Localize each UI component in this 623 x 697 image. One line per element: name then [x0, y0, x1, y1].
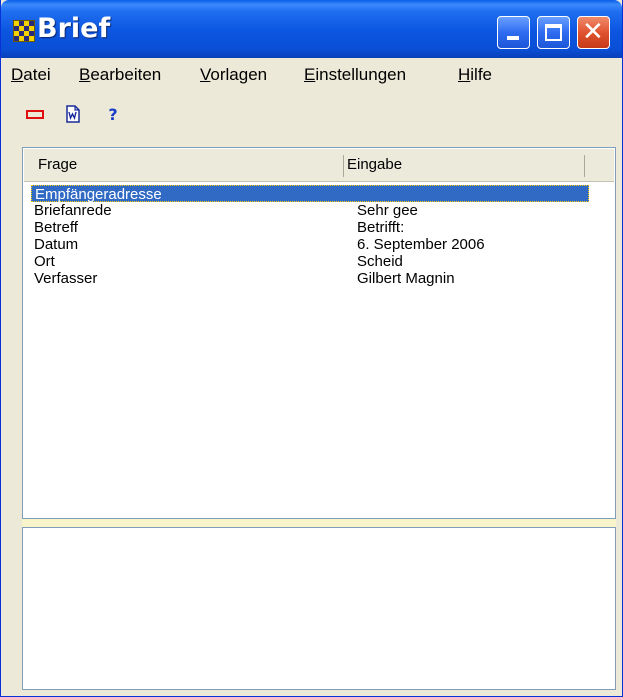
cell-frage: Empfängeradresse	[35, 186, 162, 203]
menu-einstellungen[interactable]: Einstellungen	[304, 65, 406, 85]
menu-hilfe[interactable]: Hilfe	[458, 65, 492, 85]
cell-eingabe: Sehr gee	[357, 202, 418, 219]
word-document-icon	[66, 105, 80, 123]
minimize-button[interactable]	[497, 16, 530, 49]
cell-eingabe: 6. September 2006	[357, 236, 485, 253]
menu-datei[interactable]: Datei	[11, 65, 51, 85]
maximize-button[interactable]	[537, 16, 570, 49]
cell-frage: Betreff	[34, 219, 78, 236]
list-row[interactable]: Ort Scheid	[31, 253, 589, 270]
column-divider[interactable]	[343, 155, 344, 177]
red-rectangle-icon	[26, 109, 44, 119]
window-title: Brief	[37, 13, 111, 44]
list-rows: Empfängeradresse Briefanrede Sehr gee Be…	[31, 185, 589, 287]
column-header-frage[interactable]: Frage	[38, 149, 77, 181]
maximize-icon	[545, 24, 562, 41]
app-icon	[13, 20, 35, 42]
list-row[interactable]: Briefanrede Sehr gee	[31, 202, 589, 219]
pane-splitter[interactable]	[22, 519, 616, 527]
cell-eingabe: Betrifft:	[357, 219, 405, 236]
list-header: Frage Eingabe	[24, 149, 614, 182]
title-bar[interactable]: Brief ✕	[1, 0, 622, 58]
question-list[interactable]: Frage Eingabe Empfängeradresse Briefanre…	[22, 147, 616, 519]
cell-frage: Ort	[34, 253, 55, 270]
list-row[interactable]: Datum 6. September 2006	[31, 236, 589, 253]
cell-frage: Briefanrede	[34, 202, 112, 219]
close-icon: ✕	[582, 17, 604, 47]
toolbar: ?	[1, 100, 622, 130]
cell-frage: Verfasser	[34, 270, 98, 287]
close-button[interactable]: ✕	[577, 16, 610, 49]
column-divider[interactable]	[584, 155, 585, 177]
input-area[interactable]	[22, 527, 616, 690]
menu-vorlagen[interactable]: Vorlagen	[200, 65, 267, 85]
cell-eingabe: Scheid	[357, 253, 403, 270]
menu-bar: Datei Bearbeiten Vorlagen Einstellungen …	[1, 62, 622, 88]
column-header-eingabe[interactable]: Eingabe	[347, 149, 402, 181]
word-document-button[interactable]	[62, 100, 84, 128]
list-row[interactable]: Betreff Betrifft:	[31, 219, 589, 236]
red-rectangle-button[interactable]	[23, 100, 47, 128]
minimize-icon	[507, 36, 519, 40]
list-row[interactable]: Verfasser Gilbert Magnin	[31, 270, 589, 287]
list-row[interactable]: Empfängeradresse	[31, 185, 589, 203]
cell-eingabe: Gilbert Magnin	[357, 270, 455, 287]
help-icon: ?	[108, 104, 118, 124]
app-window: Brief ✕ Datei Bearbeiten Vorlagen Einste…	[0, 0, 623, 697]
cell-frage: Datum	[34, 236, 79, 253]
help-button[interactable]: ?	[103, 100, 123, 128]
menu-bearbeiten[interactable]: Bearbeiten	[79, 65, 161, 85]
